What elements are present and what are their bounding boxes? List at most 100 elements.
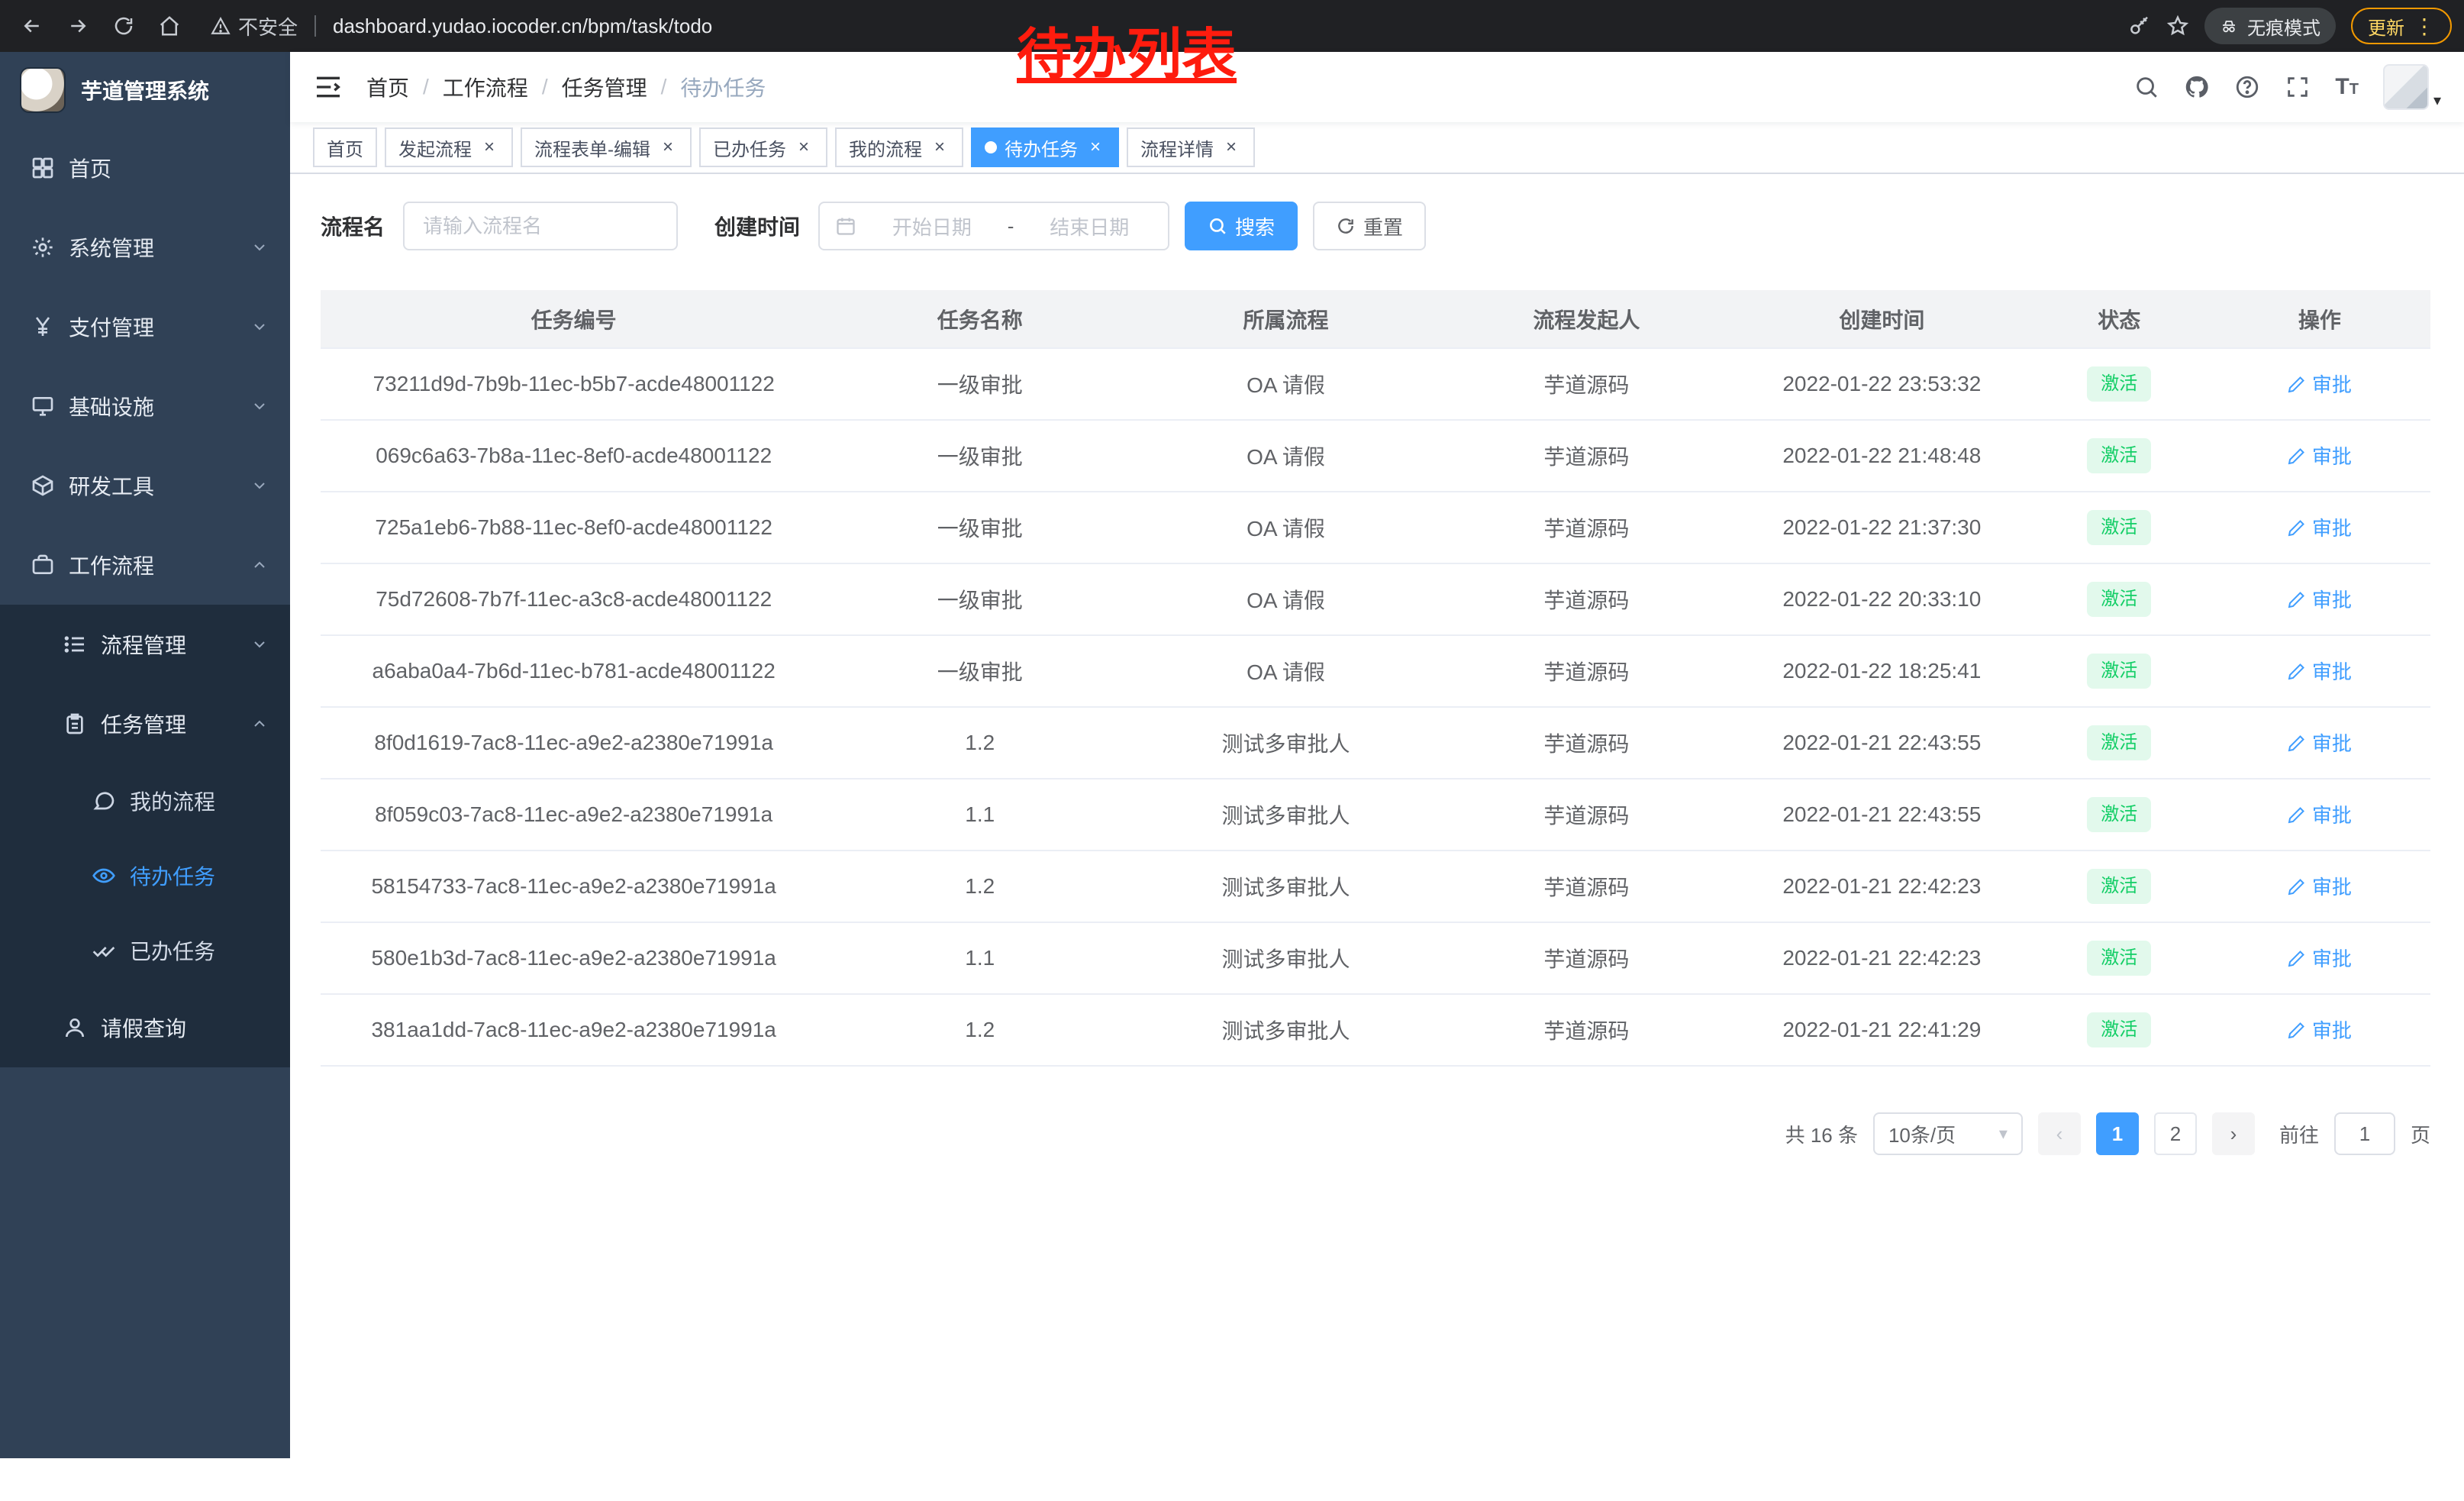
approve-link[interactable]: 审批 xyxy=(2288,441,2352,470)
tab-label: 我的流程 xyxy=(849,134,922,161)
task-id-cell: 069c6a63-7b8a-11ec-8ef0-acde48001122 xyxy=(321,420,827,492)
forward-icon[interactable] xyxy=(58,6,98,46)
initiator-cell: 芋道源码 xyxy=(1439,348,1734,420)
security-warning[interactable]: 不安全 xyxy=(211,12,298,40)
tab-done-tasks[interactable]: 已办任务 xyxy=(699,128,827,167)
process-name-input[interactable] xyxy=(403,202,678,250)
eye-icon xyxy=(92,863,116,888)
collapse-sidebar-icon[interactable] xyxy=(313,72,343,102)
close-tab-icon[interactable] xyxy=(930,137,950,157)
approve-label: 审批 xyxy=(2312,585,2352,613)
home-icon[interactable] xyxy=(150,6,189,46)
approve-link[interactable]: 审批 xyxy=(2288,513,2352,541)
end-date-placeholder[interactable]: 结束日期 xyxy=(1026,212,1153,240)
approve-link[interactable]: 审批 xyxy=(2288,370,2352,398)
sidebar-item-done-tasks[interactable]: 已办任务 xyxy=(0,913,290,988)
page-number-2[interactable]: 2 xyxy=(2154,1112,2197,1155)
page-size-select[interactable]: 10条/页 ▾ xyxy=(1873,1112,2023,1155)
approve-link[interactable]: 审批 xyxy=(2288,657,2352,685)
reset-button[interactable]: 重置 xyxy=(1313,202,1426,250)
pagination: 共 16 条 10条/页 ▾ ‹ 1 2 › 前往 页 xyxy=(321,1112,2430,1155)
status-cell: 激活 xyxy=(2030,707,2209,779)
close-tab-icon[interactable] xyxy=(1221,137,1241,157)
dashboard-icon xyxy=(31,156,55,180)
goto-label: 前往 xyxy=(2279,1120,2319,1148)
sidebar-item-my-process[interactable]: 我的流程 xyxy=(0,763,290,838)
task-name-cell: 1.1 xyxy=(827,779,1133,851)
approve-link[interactable]: 审批 xyxy=(2288,1015,2352,1044)
edit-pencil-icon xyxy=(2288,375,2306,393)
approve-link[interactable]: 审批 xyxy=(2288,800,2352,828)
page-number-1[interactable]: 1 xyxy=(2096,1112,2139,1155)
sidebar-item-workflow[interactable]: 工作流程 xyxy=(0,525,290,605)
user-menu[interactable]: ▾ xyxy=(2383,64,2441,110)
kebab-menu-icon[interactable]: ⋮ xyxy=(2414,14,2435,39)
search-icon[interactable] xyxy=(2133,74,2159,100)
process-cell: OA 请假 xyxy=(1133,492,1439,563)
sidebar-item-label: 任务管理 xyxy=(101,709,186,739)
process-cell: OA 请假 xyxy=(1133,420,1439,492)
close-tab-icon[interactable] xyxy=(794,137,814,157)
address-bar[interactable]: 不安全 dashboard.yudao.iocoder.cn/bpm/task/… xyxy=(211,12,2122,40)
sidebar-item-home[interactable]: 首页 xyxy=(0,128,290,208)
start-date-placeholder[interactable]: 开始日期 xyxy=(869,212,995,240)
search-button-label: 搜索 xyxy=(1235,212,1275,240)
approve-link[interactable]: 审批 xyxy=(2288,872,2352,900)
close-tab-icon[interactable] xyxy=(479,137,499,157)
back-icon[interactable] xyxy=(12,6,52,46)
total-count: 共 16 条 xyxy=(1785,1120,1858,1148)
github-icon[interactable] xyxy=(2184,74,2210,100)
question-icon[interactable] xyxy=(2234,74,2260,100)
sidebar-item-todo-tasks[interactable]: 待办任务 xyxy=(0,838,290,913)
initiator-cell: 芋道源码 xyxy=(1439,851,1734,922)
tab-my-process[interactable]: 我的流程 xyxy=(835,128,963,167)
tab-start-process[interactable]: 发起流程 xyxy=(385,128,513,167)
app-logo[interactable]: 芋道管理系统 xyxy=(0,52,290,128)
font-size-icon[interactable]: TT xyxy=(2335,74,2359,100)
sidebar-item-devtools[interactable]: 研发工具 xyxy=(0,446,290,525)
approve-link[interactable]: 审批 xyxy=(2288,585,2352,613)
task-name-cell: 一级审批 xyxy=(827,635,1133,707)
close-tab-icon[interactable] xyxy=(658,137,678,157)
tab-form-edit[interactable]: 流程表单-编辑 xyxy=(521,128,692,167)
action-cell: 审批 xyxy=(2209,851,2430,922)
star-icon[interactable] xyxy=(2166,15,2189,37)
breadcrumb: 首页/ 工作流程/ 任务管理/ 待办任务 xyxy=(366,72,766,102)
next-page-button[interactable]: › xyxy=(2212,1112,2255,1155)
breadcrumb-home[interactable]: 首页 xyxy=(366,72,409,102)
search-icon xyxy=(1208,216,1227,236)
sidebar-item-leave-query[interactable]: 请假查询 xyxy=(0,988,290,1067)
edit-pencil-icon xyxy=(2288,949,2306,967)
close-tab-icon[interactable] xyxy=(1085,137,1105,157)
chevron-down-icon xyxy=(250,635,269,654)
search-button[interactable]: 搜索 xyxy=(1185,202,1298,250)
sidebar-item-system[interactable]: 系统管理 xyxy=(0,208,290,287)
range-separator: - xyxy=(1008,215,1014,238)
sidebar-item-task-mgmt[interactable]: 任务管理 xyxy=(0,684,290,763)
url-text[interactable]: dashboard.yudao.iocoder.cn/bpm/task/todo xyxy=(333,15,712,38)
sidebar-item-payment[interactable]: 支付管理 xyxy=(0,287,290,366)
chevron-down-icon: ▾ xyxy=(1999,1124,2008,1144)
key-icon[interactable] xyxy=(2128,15,2151,37)
tab-todo-tasks[interactable]: 待办任务 xyxy=(971,128,1119,167)
goto-page-input[interactable] xyxy=(2334,1112,2395,1155)
approve-link[interactable]: 审批 xyxy=(2288,944,2352,972)
breadcrumb-task-mgmt[interactable]: 任务管理 xyxy=(562,72,647,102)
breadcrumb-workflow[interactable]: 工作流程 xyxy=(443,72,528,102)
avatar[interactable] xyxy=(2383,64,2429,110)
approve-link[interactable]: 审批 xyxy=(2288,728,2352,757)
task-id-cell: 75d72608-7b7f-11ec-a3c8-acde48001122 xyxy=(321,563,827,635)
date-range-picker[interactable]: 开始日期 - 结束日期 xyxy=(818,202,1169,250)
prev-page-button[interactable]: ‹ xyxy=(2038,1112,2081,1155)
tab-process-detail[interactable]: 流程详情 xyxy=(1127,128,1255,167)
approve-label: 审批 xyxy=(2312,728,2352,757)
edit-pencil-icon xyxy=(2288,1021,2306,1039)
tab-home[interactable]: 首页 xyxy=(313,128,377,167)
sidebar-item-process-mgmt[interactable]: 流程管理 xyxy=(0,605,290,684)
edit-pencil-icon xyxy=(2288,447,2306,465)
fullscreen-icon[interactable] xyxy=(2285,74,2311,100)
sidebar-item-infrastructure[interactable]: 基础设施 xyxy=(0,366,290,446)
reload-icon[interactable] xyxy=(104,6,144,46)
update-button[interactable]: 更新 ⋮ xyxy=(2351,8,2452,44)
create-time-cell: 2022-01-21 22:42:23 xyxy=(1734,922,2030,994)
